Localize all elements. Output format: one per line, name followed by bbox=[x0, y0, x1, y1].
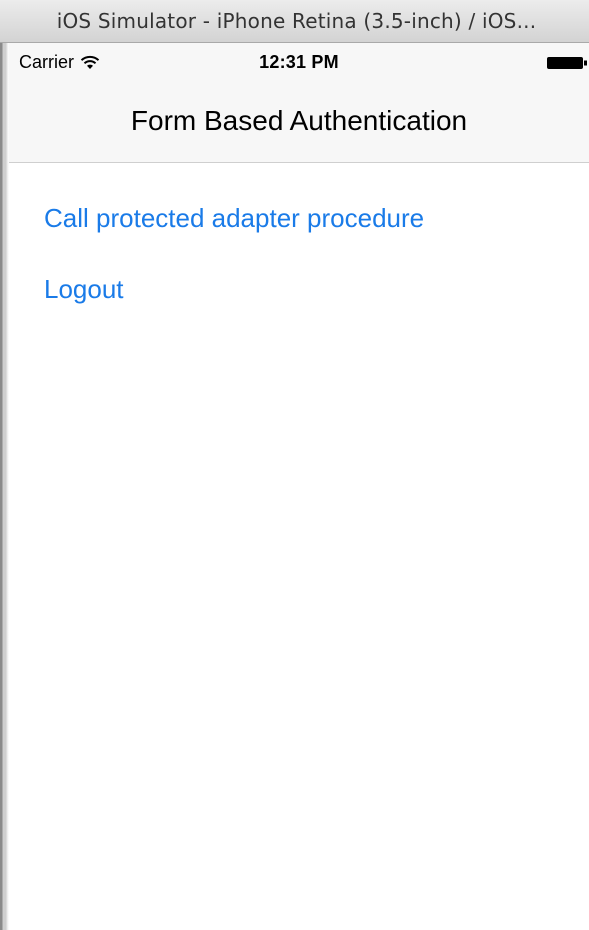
simulator-window: iOS Simulator - iPhone Retina (3.5-inch)… bbox=[0, 0, 589, 930]
window-titlebar[interactable]: iOS Simulator - iPhone Retina (3.5-inch)… bbox=[0, 0, 589, 43]
window-left-border bbox=[0, 43, 9, 930]
logout-button[interactable]: Logout bbox=[44, 274, 124, 305]
call-protected-procedure-button[interactable]: Call protected adapter procedure bbox=[44, 203, 424, 234]
navigation-bar: Carrier 12:31 PM Form Based Authenticati… bbox=[9, 43, 589, 163]
main-content: Call protected adapter procedure Logout bbox=[9, 163, 589, 930]
status-bar: Carrier 12:31 PM bbox=[9, 43, 589, 83]
device-screen: Carrier 12:31 PM Form Based Authenticati… bbox=[9, 43, 589, 930]
page-title: Form Based Authentication bbox=[130, 105, 468, 136]
status-time: 12:31 PM bbox=[259, 52, 339, 72]
battery-icon bbox=[547, 57, 587, 69]
window-title: iOS Simulator - iPhone Retina (3.5-inch)… bbox=[56, 9, 537, 33]
